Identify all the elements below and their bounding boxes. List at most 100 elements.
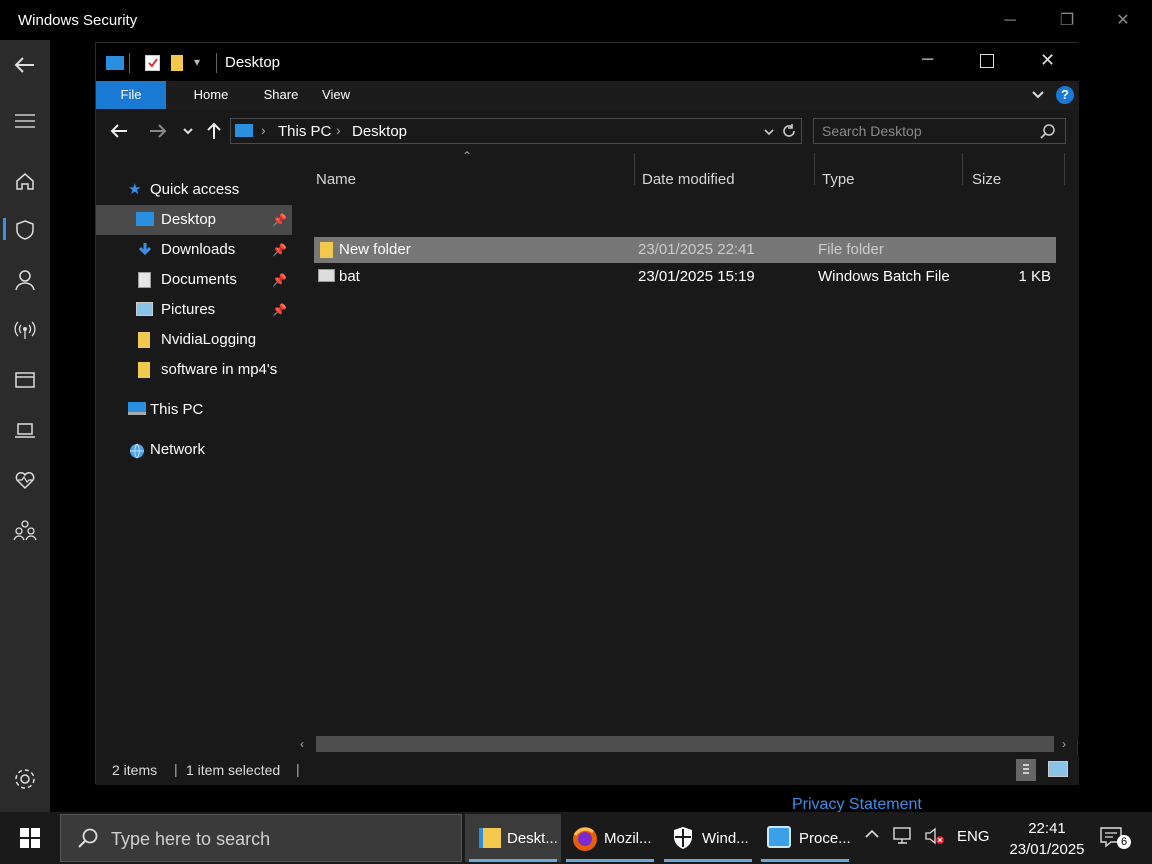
nav-item-software-in-mp4s[interactable]: software in mp4's: [96, 355, 292, 385]
pin-icon[interactable]: 📌: [272, 243, 287, 257]
nav-item-downloads[interactable]: Downloads 📌: [96, 235, 292, 265]
scroll-left-icon[interactable]: ‹: [300, 737, 304, 751]
windows-security-titlebar: Windows Security ─ ❐ ✕: [0, 0, 1152, 40]
settings-gear-icon[interactable]: [10, 764, 40, 794]
taskbar-app-explorer[interactable]: Deskt...: [465, 814, 561, 862]
file-explorer-icon: [479, 828, 501, 848]
folder-icon: [138, 332, 150, 348]
hamburger-menu-icon[interactable]: [10, 106, 40, 136]
active-indicator: [3, 218, 6, 240]
shield-icon[interactable]: [10, 215, 40, 245]
home-icon[interactable]: [10, 166, 40, 196]
network-status-icon[interactable]: [893, 826, 915, 846]
up-button-icon[interactable]: [206, 121, 222, 141]
nav-quick-access[interactable]: ★ Quick access: [96, 175, 292, 205]
taskbar-app-label: Deskt...: [507, 830, 558, 847]
language-indicator[interactable]: ENG: [957, 828, 990, 845]
file-row[interactable]: bat 23/01/2025 15:19 Windows Batch File …: [314, 264, 1056, 290]
taskbar-app-firefox[interactable]: Mozil...: [562, 814, 658, 862]
file-row[interactable]: New folder 23/01/2025 22:41 File folder: [314, 237, 1056, 263]
refresh-icon[interactable]: [781, 123, 797, 139]
volume-muted-icon[interactable]: [924, 826, 946, 846]
pin-icon[interactable]: 📌: [272, 213, 287, 227]
clock[interactable]: 22:41 23/01/2025: [1002, 818, 1092, 860]
new-folder-icon[interactable]: [171, 55, 183, 71]
documents-folder-icon: [138, 272, 151, 288]
start-windows-icon[interactable]: [20, 828, 40, 848]
recent-locations-chevron-icon[interactable]: [182, 125, 194, 137]
file-list-pane: ⌃ Name Date modified Type Size New folde…: [292, 149, 1079, 738]
nav-item-nvidialogging[interactable]: NvidiaLogging: [96, 325, 292, 355]
column-header-size[interactable]: Size: [972, 161, 1001, 201]
address-history-chevron-icon[interactable]: [763, 126, 775, 138]
folder-icon: [320, 242, 333, 258]
breadcrumb-desktop[interactable]: Desktop: [352, 123, 407, 140]
account-icon[interactable]: [10, 265, 40, 295]
this-pc-icon: [235, 124, 253, 137]
show-hidden-icons-chevron-icon[interactable]: [864, 826, 880, 842]
file-type: File folder: [818, 241, 884, 258]
search-icon[interactable]: [1040, 123, 1056, 139]
search-input[interactable]: [822, 122, 1032, 140]
nav-network[interactable]: Network: [96, 435, 292, 465]
tab-view[interactable]: View: [301, 81, 371, 109]
details-view-icon[interactable]: [1016, 759, 1036, 781]
family-icon[interactable]: [10, 515, 40, 545]
explorer-close-button[interactable]: ✕: [1040, 50, 1055, 71]
explorer-maximize-button[interactable]: [980, 54, 994, 68]
wireless-icon[interactable]: [10, 315, 40, 345]
pin-icon[interactable]: 📌: [272, 273, 287, 287]
breadcrumb-this-pc[interactable]: This PC: [278, 123, 331, 140]
pin-icon[interactable]: 📌: [272, 303, 287, 317]
nav-this-pc[interactable]: This PC: [96, 395, 292, 425]
folder-icon: [138, 362, 150, 378]
app-browser-icon[interactable]: [10, 365, 40, 395]
restore-button[interactable]: ❐: [1052, 8, 1082, 34]
status-bar: 2 items | 1 item selected |: [96, 755, 1079, 785]
security-sidebar: [0, 40, 50, 812]
taskbar-app-label: Proce...: [799, 830, 851, 847]
scroll-right-icon[interactable]: ›: [1062, 737, 1066, 751]
notifications-icon[interactable]: 6: [1100, 826, 1132, 850]
taskbar-app-windows-security[interactable]: Wind...: [660, 814, 756, 862]
nav-item-pictures[interactable]: Pictures 📌: [96, 295, 292, 325]
nav-label: This PC: [150, 401, 204, 418]
address-bar[interactable]: › This PC › Desktop: [230, 118, 802, 144]
back-arrow-icon[interactable]: [10, 50, 40, 80]
minimize-button[interactable]: ─: [995, 8, 1025, 34]
close-button[interactable]: ✕: [1108, 8, 1138, 34]
batch-file-icon: [318, 269, 335, 282]
file-type: Windows Batch File: [818, 268, 950, 285]
nav-label: NvidiaLogging: [161, 331, 257, 348]
taskbar-search-placeholder: Type here to search: [111, 829, 271, 849]
heart-health-icon[interactable]: [10, 465, 40, 495]
nav-item-documents[interactable]: Documents 📌: [96, 265, 292, 295]
star-icon: ★: [128, 181, 142, 198]
properties-icon[interactable]: [145, 55, 160, 71]
taskbar-search-box[interactable]: Type here to search: [60, 814, 462, 862]
nav-item-desktop[interactable]: Desktop 📌: [96, 205, 292, 235]
navigation-pane: ★ Quick access Desktop 📌 Downloads 📌 Doc…: [96, 153, 292, 753]
expand-ribbon-chevron-icon[interactable]: [1030, 85, 1046, 103]
windows-security-icon: [672, 826, 694, 850]
ribbon-tabs: File Home Share View ?: [96, 81, 1079, 109]
large-icons-view-icon[interactable]: [1048, 761, 1068, 777]
taskbar-app-process-monitor[interactable]: Proce...: [757, 814, 853, 862]
file-size: 1 KB: [1018, 268, 1051, 285]
forward-button-icon[interactable]: [147, 122, 169, 140]
tab-file[interactable]: File: [96, 81, 166, 109]
window-title: Windows Security: [18, 12, 138, 29]
horizontal-scrollbar[interactable]: ‹ ›: [296, 735, 1076, 753]
help-icon[interactable]: ?: [1056, 86, 1074, 104]
device-icon[interactable]: [10, 415, 40, 445]
explorer-minimize-button[interactable]: ─: [922, 51, 933, 69]
customize-toolbar-chevron-icon[interactable]: ▾: [194, 55, 200, 69]
breadcrumb-separator-icon: ›: [336, 122, 341, 138]
tab-home[interactable]: Home: [176, 81, 246, 109]
column-header-date-modified[interactable]: Date modified: [642, 161, 735, 201]
back-button-icon[interactable]: [108, 122, 130, 140]
scrollbar-thumb[interactable]: [316, 736, 1054, 752]
column-header-name[interactable]: Name: [316, 161, 356, 201]
taskbar-app-label: Wind...: [702, 830, 749, 847]
column-header-type[interactable]: Type: [822, 161, 855, 201]
